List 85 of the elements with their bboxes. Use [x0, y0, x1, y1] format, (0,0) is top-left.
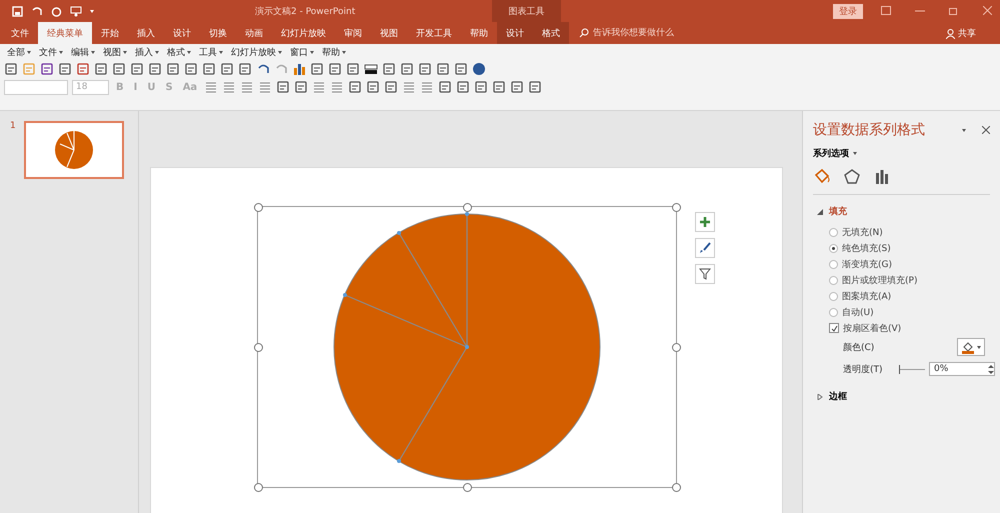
restore-icon[interactable]	[949, 6, 959, 15]
resize-handle[interactable]	[254, 483, 263, 492]
resize-handle[interactable]	[672, 203, 681, 212]
transparency-field[interactable]: 0%	[929, 362, 995, 376]
customize-caret-icon[interactable]	[90, 10, 94, 12]
ribbon-tab[interactable]: 设计	[164, 22, 200, 44]
ribbon-tab[interactable]: 开发工具	[407, 22, 461, 44]
font-name-field[interactable]	[4, 80, 68, 94]
collapsed-triangle-icon	[817, 394, 823, 400]
ribbon-tab[interactable]: 格式	[533, 22, 569, 44]
login-button[interactable]: 登录	[833, 4, 863, 19]
paint-bucket-icon[interactable]	[813, 168, 831, 186]
align-left-icon[interactable]	[204, 80, 218, 94]
bar-chart-icon[interactable]	[873, 168, 891, 186]
chart-elements-button[interactable]	[695, 212, 715, 232]
ribbon-display-icon[interactable]	[881, 6, 891, 15]
radio-option[interactable]: 无填充(N)	[829, 224, 883, 240]
pane-title: 设置数据系列格式	[813, 121, 925, 139]
ribbon-tab[interactable]: 插入	[128, 22, 164, 44]
spinner-arrows-icon[interactable]	[988, 364, 994, 374]
ribbon-tab[interactable]: 开始	[92, 22, 128, 44]
radio-option[interactable]: 纯色填充(S)	[829, 240, 891, 256]
align-center-icon[interactable]	[222, 80, 236, 94]
ribbon-tab[interactable]: 动画	[236, 22, 272, 44]
search-icon	[579, 28, 589, 38]
pentagon-icon[interactable]	[843, 168, 861, 186]
radio-option[interactable]: 图案填充(A)	[829, 288, 892, 304]
window-title: 演示文稿2 - PowerPoint	[255, 6, 356, 18]
menu-item[interactable]: 格式	[164, 46, 194, 58]
resize-handle[interactable]	[672, 483, 681, 492]
chart-styles-button[interactable]	[695, 238, 715, 258]
fill-bar-icon[interactable]	[364, 62, 378, 76]
contextual-group-label: 图表工具	[492, 0, 561, 22]
section-header[interactable]: 填充	[817, 205, 847, 218]
ribbon-tab[interactable]: 审阅	[335, 22, 371, 44]
undo-icon[interactable]	[256, 62, 270, 76]
resize-handle[interactable]	[463, 203, 472, 212]
menu-item[interactable]: 编辑	[68, 46, 98, 58]
resize-handle[interactable]	[254, 203, 263, 212]
resize-handle[interactable]	[254, 343, 263, 352]
ribbon-tab[interactable]: 帮助	[461, 22, 497, 44]
transparency-label: 透明度(T)	[843, 364, 884, 376]
section-header[interactable]: 边框	[817, 390, 847, 403]
brush-icon	[699, 242, 711, 254]
expanded-triangle-icon	[817, 208, 823, 214]
pie-chart-drawing	[54, 130, 94, 170]
plus-icon	[699, 216, 711, 228]
series-options-dropdown[interactable]: 系列选项	[813, 147, 857, 160]
justify-icon[interactable]	[258, 80, 272, 94]
ribbon-tab[interactable]: 经典菜单	[38, 22, 92, 44]
menu-item[interactable]: 帮助	[319, 46, 349, 58]
ribbon-tab[interactable]: 文件	[0, 22, 38, 44]
slide-number: 1	[10, 121, 16, 133]
radio-option[interactable]: 渐变填充(G)	[829, 256, 892, 272]
menu-item[interactable]: 工具	[196, 46, 226, 58]
ribbon-tab[interactable]: 设计	[497, 22, 533, 44]
menu-item[interactable]: 视图	[100, 46, 130, 58]
ribbon-tab[interactable]: 切换	[200, 22, 236, 44]
share-button[interactable]: 共享	[940, 26, 982, 41]
chart-filters-button[interactable]	[695, 264, 715, 284]
align-right-icon[interactable]	[240, 80, 254, 94]
menu-item[interactable]: 全部	[4, 46, 34, 58]
menu-item[interactable]: 窗口	[287, 46, 317, 58]
paint-bucket-icon	[961, 340, 975, 354]
menu-item[interactable]: 文件	[36, 46, 66, 58]
pane-options-caret-icon[interactable]	[962, 128, 966, 132]
menu-item[interactable]: 幻灯片放映	[228, 46, 285, 58]
ribbon-tab[interactable]: 幻灯片放映	[272, 22, 335, 44]
person-icon	[946, 28, 955, 38]
undo-icon[interactable]	[31, 6, 43, 16]
resize-handle[interactable]	[463, 483, 472, 492]
color-picker-button[interactable]	[957, 338, 985, 356]
close-icon[interactable]	[982, 126, 990, 134]
touch-mode-icon[interactable]	[70, 6, 82, 16]
checkbox-option[interactable]: 按扇区着色(V)	[829, 320, 902, 336]
filter-icon	[699, 268, 711, 280]
ribbon-tab[interactable]: 视图	[371, 22, 407, 44]
check-icon	[830, 324, 838, 332]
bar-chart-icon[interactable]	[292, 62, 306, 76]
slide-thumbnail[interactable]	[24, 121, 124, 179]
resize-handle[interactable]	[672, 343, 681, 352]
menu-item[interactable]: 插入	[132, 46, 162, 58]
radio-option[interactable]: 自动(U)	[829, 304, 874, 320]
radio-option[interactable]: 图片或纹理填充(P)	[829, 272, 918, 288]
color-label: 颜色(C)	[843, 342, 876, 354]
